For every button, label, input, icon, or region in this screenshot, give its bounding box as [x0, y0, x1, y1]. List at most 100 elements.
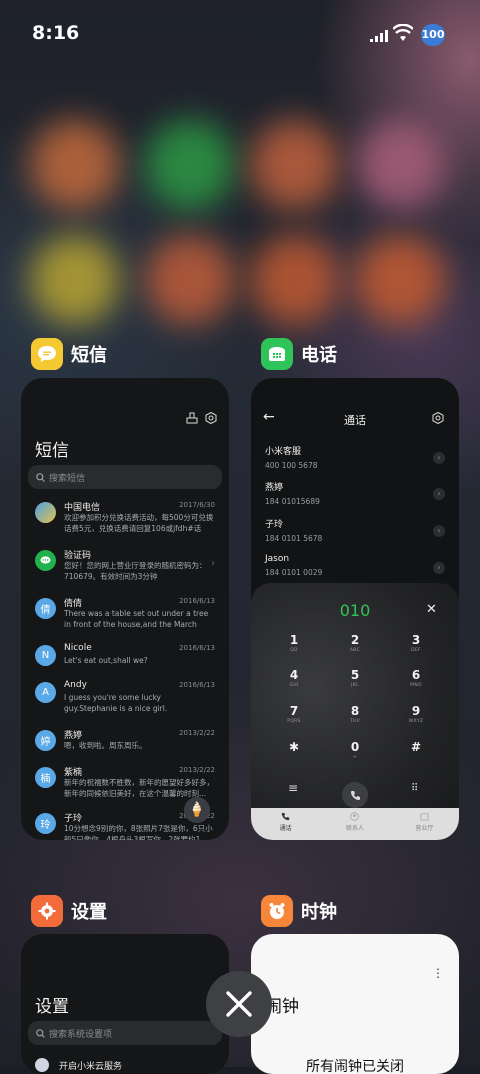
sms-app-card[interactable]: 短信 搜索短信 中国电信 2017/6/30 欢迎参加积分兑换话费活动，每500…	[21, 378, 229, 840]
phone-app-header[interactable]: 电话	[261, 334, 337, 374]
broom-icon[interactable]	[186, 412, 198, 424]
avatar: 婷	[35, 730, 56, 751]
clear-all-button[interactable]	[206, 971, 272, 1037]
message-item[interactable]: 倩 倩倩 2016/6/13 There was a table set out…	[35, 596, 215, 640]
dial-key-3[interactable]: 3 DEF	[386, 633, 446, 653]
dialpad-panel[interactable]: 010 ✕ 1 QD 2 ABC 3 DEF 4 GHI 5 JKL 6 MNO 7 PQRS…	[251, 583, 459, 840]
close-icon	[226, 991, 252, 1017]
message-preview: 您好！您的网上营业厅登录的随机密码为：710679。有效时间为3分钟	[64, 561, 207, 581]
phone-handset-icon	[281, 812, 290, 821]
phone-screen-title: 通话	[344, 414, 366, 427]
message-preview: 10分想念9别的你，8张照片7张是你，6只小船5只像你，4根舟头3根写你，2张要…	[64, 824, 213, 840]
message-date: 2016/6/13	[179, 644, 215, 652]
globe-avatar	[35, 502, 56, 523]
sms-search-input[interactable]: 搜索短信	[28, 465, 222, 489]
wifi-icon	[393, 24, 413, 41]
settings-item-label[interactable]: 开启小米云服务	[59, 1059, 122, 1072]
dial-key-6[interactable]: 6 MNO	[386, 668, 446, 688]
contact-name: 小米客服	[265, 447, 302, 457]
phone-handset-icon	[350, 790, 360, 800]
message-preview: I guess you're some lucky guy.Stephanie …	[64, 693, 168, 713]
dial-key-9[interactable]: 9 WXYZ	[386, 704, 446, 724]
ice-cream-sticker-icon: 🍦	[188, 802, 206, 818]
settings-search-input[interactable]: 搜索系统设置项	[28, 1021, 222, 1045]
tab-label: 通话	[279, 825, 292, 832]
contact-number: 400 100 5678	[265, 461, 318, 470]
more-menu-icon[interactable]: ⋮	[432, 966, 444, 980]
message-item[interactable]: 中国电信 2017/6/30 欢迎参加积分兑换话费活动，每500分可兑换话费5元…	[35, 500, 215, 544]
contact-name: 燕婷	[265, 483, 284, 493]
avatar: 倩	[35, 598, 56, 619]
contact-item[interactable]: 燕婷 184 01015689 ›	[265, 480, 445, 514]
person-icon	[350, 812, 360, 821]
settings-app-title: 设置	[71, 902, 107, 923]
contact-item[interactable]: 小米客服 400 100 5678 ›	[265, 444, 445, 478]
clock-app-title: 时钟	[301, 902, 337, 923]
clock-app-header[interactable]: 时钟	[261, 891, 337, 931]
sms-app-title: 短信	[71, 345, 107, 366]
settings-gear-icon[interactable]	[205, 412, 217, 424]
avatar: N	[35, 645, 56, 666]
chevron-right-icon: ›	[433, 525, 445, 537]
contact-number: 184 0101 5678	[265, 534, 323, 543]
phone-app-card[interactable]: ← 通话 小米客服 400 100 5678 › 燕婷 184 01015689…	[251, 378, 459, 840]
dial-key-star[interactable]: ✱	[264, 740, 324, 755]
cloud-icon	[35, 1058, 49, 1072]
dial-key-1[interactable]: 1 QD	[264, 633, 324, 653]
dialpad-toggle-icon[interactable]: ⠿	[411, 783, 418, 794]
phone-app-icon	[261, 338, 293, 370]
tab-contacts[interactable]: 联系人	[320, 808, 389, 840]
dial-key-2[interactable]: 2 ABC	[325, 633, 385, 653]
message-date: 2017/6/30	[179, 501, 215, 509]
tab-label: 营业厅	[415, 825, 434, 832]
search-placeholder: 搜索短信	[49, 473, 86, 484]
message-date: 2016/6/13	[179, 597, 215, 605]
tab-calls[interactable]: 通话	[251, 808, 320, 840]
message-preview: Let's eat out,shall we?	[64, 656, 148, 665]
dial-key-4[interactable]: 4 GHI	[264, 668, 324, 688]
chat-bubble-icon	[35, 550, 56, 571]
message-preview: There was a table set out under a tree i…	[64, 609, 209, 629]
message-sender: Nicole	[64, 643, 92, 653]
contact-number: 184 01015689	[265, 497, 320, 506]
contact-name: 子玲	[265, 520, 284, 530]
phone-app-title: 电话	[301, 345, 337, 366]
clock-app-icon	[261, 895, 293, 927]
sms-screen-title: 短信	[35, 441, 69, 461]
message-date: 2016/6/13	[179, 681, 215, 689]
message-date: 2013/2/22	[179, 729, 215, 737]
compose-fab[interactable]: 🍦	[184, 797, 210, 823]
contact-number: 184 0101 0029	[265, 568, 323, 577]
message-preview: 新年的祝福数不胜数，新年的愿望好多好多，新年的同候依旧美好，在这个温馨的时刻..…	[64, 778, 214, 798]
chevron-right-icon: ›	[433, 562, 445, 574]
message-item[interactable]: 验证码 您好！您的网上营业厅登录的随机密码为：710679。有效时间为3分钟 ›	[35, 548, 215, 592]
dial-key-8[interactable]: 8 TUV	[325, 704, 385, 724]
status-bar: 8:16 100	[0, 0, 480, 68]
dial-key-0[interactable]: 0 +	[325, 740, 385, 760]
search-icon	[36, 472, 45, 482]
phone-tab-bar: 通话 联系人 营业厅	[251, 808, 459, 840]
sms-app-header[interactable]: 短信	[31, 334, 107, 374]
dial-key-5[interactable]: 5 JKL	[325, 668, 385, 688]
tab-service-hall[interactable]: 营业厅	[390, 808, 459, 840]
message-preview: 嗯，收到啦。周东周乐。	[64, 741, 147, 750]
message-item[interactable]: A Andy 2016/6/13 I guess you're some luc…	[35, 680, 215, 724]
close-dialpad-icon[interactable]: ✕	[426, 602, 437, 617]
avatar: 玲	[35, 813, 56, 834]
settings-app-card[interactable]: 设置 搜索系统设置项 开启小米云服务	[21, 934, 229, 1074]
avatar: A	[35, 682, 56, 703]
chevron-right-icon: ›	[211, 558, 215, 569]
alarm-empty-text: 所有闹钟已关闭	[306, 1059, 404, 1074]
contact-item[interactable]: 子玲 184 0101 5678 ›	[265, 517, 445, 551]
dial-key-hash[interactable]: #	[386, 740, 446, 755]
message-date: 2013/2/22	[179, 766, 215, 774]
menu-icon[interactable]: ≡	[288, 781, 298, 795]
call-button[interactable]	[342, 782, 368, 808]
clock-app-card[interactable]: ⋮ 闹钟 所有闹钟已关闭	[251, 934, 459, 1074]
settings-app-icon	[31, 895, 63, 927]
status-time: 8:16	[32, 22, 80, 44]
dial-key-7[interactable]: 7 PQRS	[264, 704, 324, 724]
settings-gear-icon[interactable]	[432, 412, 444, 424]
settings-app-header[interactable]: 设置	[31, 891, 107, 931]
avatar: 楠	[35, 767, 56, 788]
